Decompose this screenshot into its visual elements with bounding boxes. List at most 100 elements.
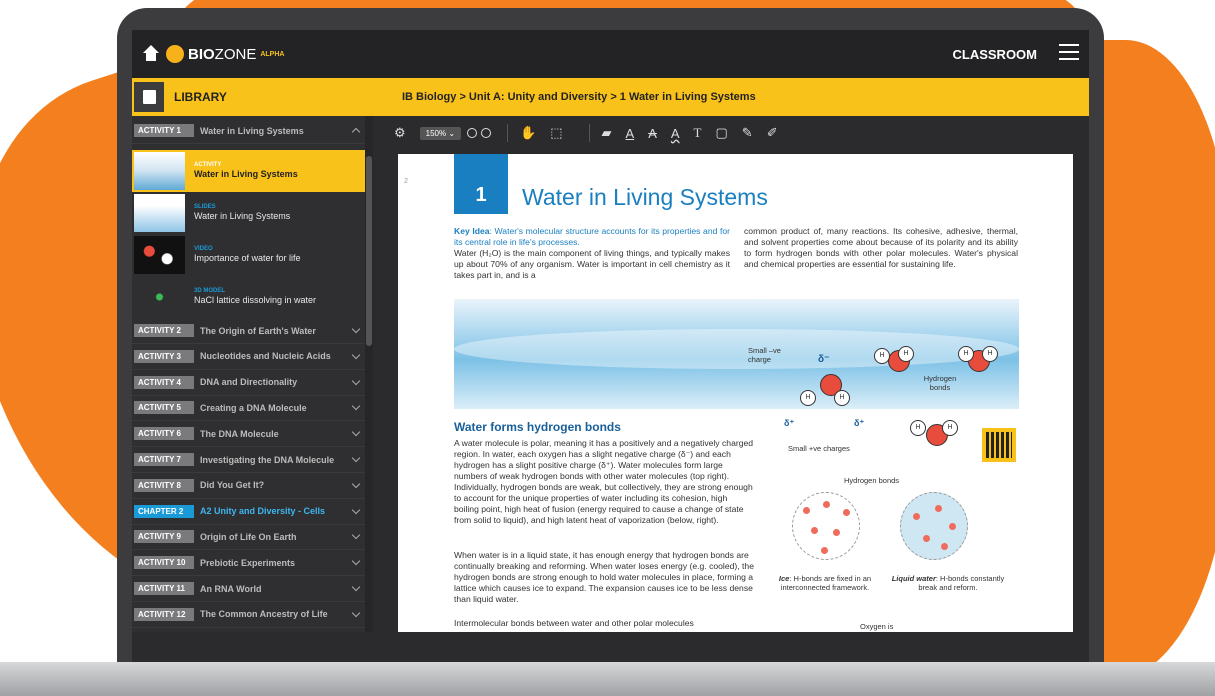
resource-item[interactable]: Video Importance of water for life bbox=[132, 234, 365, 276]
zoom-select[interactable]: 150% ⌄ bbox=[419, 126, 462, 140]
hydrogen-atom: H bbox=[958, 346, 974, 362]
sidebar-activity-item[interactable]: ACTIVITY 12 The Common Ancestry of Life bbox=[132, 602, 365, 628]
resource-item[interactable]: Slides Water in Living Systems bbox=[132, 192, 365, 234]
library-bar: LIBRARY IB Biology > Unit A: Unity and D… bbox=[132, 78, 1089, 116]
scrollbar-thumb[interactable] bbox=[366, 156, 372, 346]
home-icon[interactable] bbox=[142, 45, 160, 63]
liquid-caption: Liquid water: H-bonds constantly break a… bbox=[888, 574, 1008, 592]
divider bbox=[507, 124, 509, 142]
activity-title: DNA and Directionality bbox=[200, 377, 298, 388]
delta-neg-label: δ⁻ bbox=[818, 354, 830, 365]
intro-left-text: Water (H₂O) is the main component of liv… bbox=[454, 248, 730, 280]
molecule-dot bbox=[913, 513, 920, 520]
activity-title: Nucleotides and Nucleic Acids bbox=[200, 351, 331, 362]
zoom-in-icon[interactable] bbox=[481, 128, 492, 138]
resource-type: 3D MODEL bbox=[194, 288, 226, 294]
brand-bold: BIO bbox=[188, 45, 215, 63]
book-icon bbox=[142, 90, 156, 104]
sidebar-activity-item[interactable]: CHAPTER 2 A2 Unity and Diversity - Cells bbox=[132, 499, 365, 525]
library-title: LIBRARY bbox=[174, 90, 227, 104]
key-idea-text: : Water's molecular structure accounts f… bbox=[454, 226, 730, 247]
chevron-down-icon bbox=[351, 350, 361, 360]
molecule-dot bbox=[811, 527, 818, 534]
sidebar-activity-item[interactable]: ACTIVITY 11 An RNA World bbox=[132, 576, 365, 602]
select-tool-icon[interactable]: ⬚ bbox=[550, 125, 562, 141]
sidebar-activity-item[interactable]: ACTIVITY 10 Prebiotic Experiments bbox=[132, 550, 365, 577]
resource-thumbnail bbox=[134, 278, 185, 316]
intro-left: Key Idea: Water's molecular structure ac… bbox=[454, 226, 730, 281]
activity-title: A2 Unity and Diversity - Cells bbox=[200, 506, 326, 517]
activity-badge: ACTIVITY 6 bbox=[134, 427, 194, 441]
chevron-down-icon bbox=[351, 608, 361, 618]
sidebar-activity-item[interactable]: ACTIVITY 2 The Origin of Earth's Water bbox=[132, 318, 365, 344]
hydrogen-atom: H bbox=[898, 346, 914, 362]
resource-title: Importance of water for life bbox=[194, 253, 301, 263]
highlight-icon[interactable]: ▰ bbox=[602, 125, 612, 141]
hydrogen-atom: H bbox=[834, 390, 850, 406]
resource-title: NaCl lattice dissolving in water bbox=[194, 295, 317, 305]
molecule-dot bbox=[821, 547, 828, 554]
hydrogen-atom: H bbox=[982, 346, 998, 362]
activity-header[interactable]: ACTIVITY 1 Water in Living Systems bbox=[132, 118, 365, 144]
sidebar-activity-item[interactable]: ACTIVITY 8 Did You Get It? bbox=[132, 473, 365, 499]
sidebar-activity-item[interactable]: ACTIVITY 9 Origin of Life On Earth bbox=[132, 524, 365, 551]
sidebar-scrollbar[interactable] bbox=[365, 116, 373, 632]
library-toggle-button[interactable] bbox=[134, 82, 164, 112]
resource-title: Water in Living Systems bbox=[194, 169, 298, 179]
biozone-logo-icon bbox=[166, 45, 184, 63]
hydrogen-atom: H bbox=[942, 420, 958, 436]
chapter-number: 1 bbox=[454, 154, 508, 214]
settings-icon[interactable]: ⚙ bbox=[394, 125, 406, 141]
sidebar-activity-item[interactable]: ACTIVITY 6 The DNA Molecule bbox=[132, 421, 365, 448]
text-tool-icon[interactable]: T bbox=[694, 125, 702, 141]
sidebar-activity-item[interactable]: ACTIVITY 4 DNA and Directionality bbox=[132, 370, 365, 396]
strikethrough-icon[interactable]: A bbox=[648, 126, 657, 141]
activity-badge: CHAPTER 2 bbox=[134, 504, 194, 518]
qr-pattern bbox=[986, 432, 1012, 458]
resource-item[interactable]: ACTIVITY Water in Living Systems bbox=[132, 150, 373, 192]
chevron-down-icon bbox=[351, 505, 361, 514]
biozone-logo[interactable]: BIO ZONE ALPHA bbox=[166, 45, 284, 63]
sidebar-activity-item[interactable]: ACTIVITY 5 Creating a DNA Molecule bbox=[132, 395, 365, 422]
key-idea-label: Key Idea bbox=[454, 226, 490, 236]
resource-type: Video bbox=[194, 246, 213, 252]
hand-tool-icon[interactable]: ✋ bbox=[520, 125, 536, 141]
resource-thumbnail bbox=[134, 152, 185, 190]
body-paragraph: Intermolecular bonds between water and o… bbox=[454, 618, 694, 628]
molecule-dot bbox=[935, 505, 942, 512]
classroom-link[interactable]: CLASSROOM bbox=[953, 47, 1038, 62]
zoom-out-icon[interactable] bbox=[467, 128, 478, 138]
squiggly-icon[interactable]: A bbox=[671, 126, 680, 141]
rectangle-icon[interactable]: ▢ bbox=[716, 125, 728, 141]
resource-item[interactable]: 3D MODEL NaCl lattice dissolving in wate… bbox=[132, 276, 365, 318]
page-number: 2 bbox=[404, 178, 408, 185]
underline-icon[interactable]: A bbox=[626, 126, 635, 141]
molecule-dot bbox=[941, 543, 948, 550]
resource-title: Water in Living Systems bbox=[194, 211, 291, 221]
hydrogen-atom: H bbox=[800, 390, 816, 406]
activity-badge: ACTIVITY 4 bbox=[134, 375, 194, 389]
activity-title: Creating a DNA Molecule bbox=[200, 402, 307, 413]
activity-title: Prebiotic Experiments bbox=[200, 557, 296, 568]
chevron-up-icon bbox=[351, 127, 361, 137]
molecule-dot bbox=[823, 501, 830, 508]
resource-thumbnail bbox=[134, 194, 185, 232]
resource-type: Slides bbox=[194, 204, 216, 210]
laptop-base bbox=[0, 662, 1215, 696]
body-paragraph: A water molecule is polar, meaning it ha… bbox=[454, 438, 754, 525]
molecule-dot bbox=[803, 507, 810, 514]
sidebar-activity-item[interactable]: ACTIVITY 3 Nucleotides and Nucleic Acids bbox=[132, 344, 365, 370]
hydrogen-bonds-caption: Hydrogen bonds bbox=[844, 476, 900, 485]
menu-icon[interactable] bbox=[1059, 44, 1079, 60]
molecule-dot bbox=[949, 523, 956, 530]
sidebar-activity-item[interactable]: ACTIVITY 7 Investigating the DNA Molecule bbox=[132, 447, 365, 473]
brand-tag: ALPHA bbox=[260, 50, 285, 58]
activity-title: An RNA World bbox=[200, 583, 262, 594]
pen-icon[interactable]: ✎ bbox=[742, 125, 753, 141]
pencil-icon[interactable]: ✐ bbox=[767, 125, 778, 141]
ice-caption-bold: Ice bbox=[778, 574, 790, 583]
brand-rest: ZONE bbox=[214, 45, 257, 63]
activity-title: The Origin of Earth's Water bbox=[200, 325, 316, 336]
qr-code[interactable] bbox=[982, 428, 1016, 462]
top-bar: BIO ZONE ALPHA CLASSROOM bbox=[132, 30, 1089, 78]
